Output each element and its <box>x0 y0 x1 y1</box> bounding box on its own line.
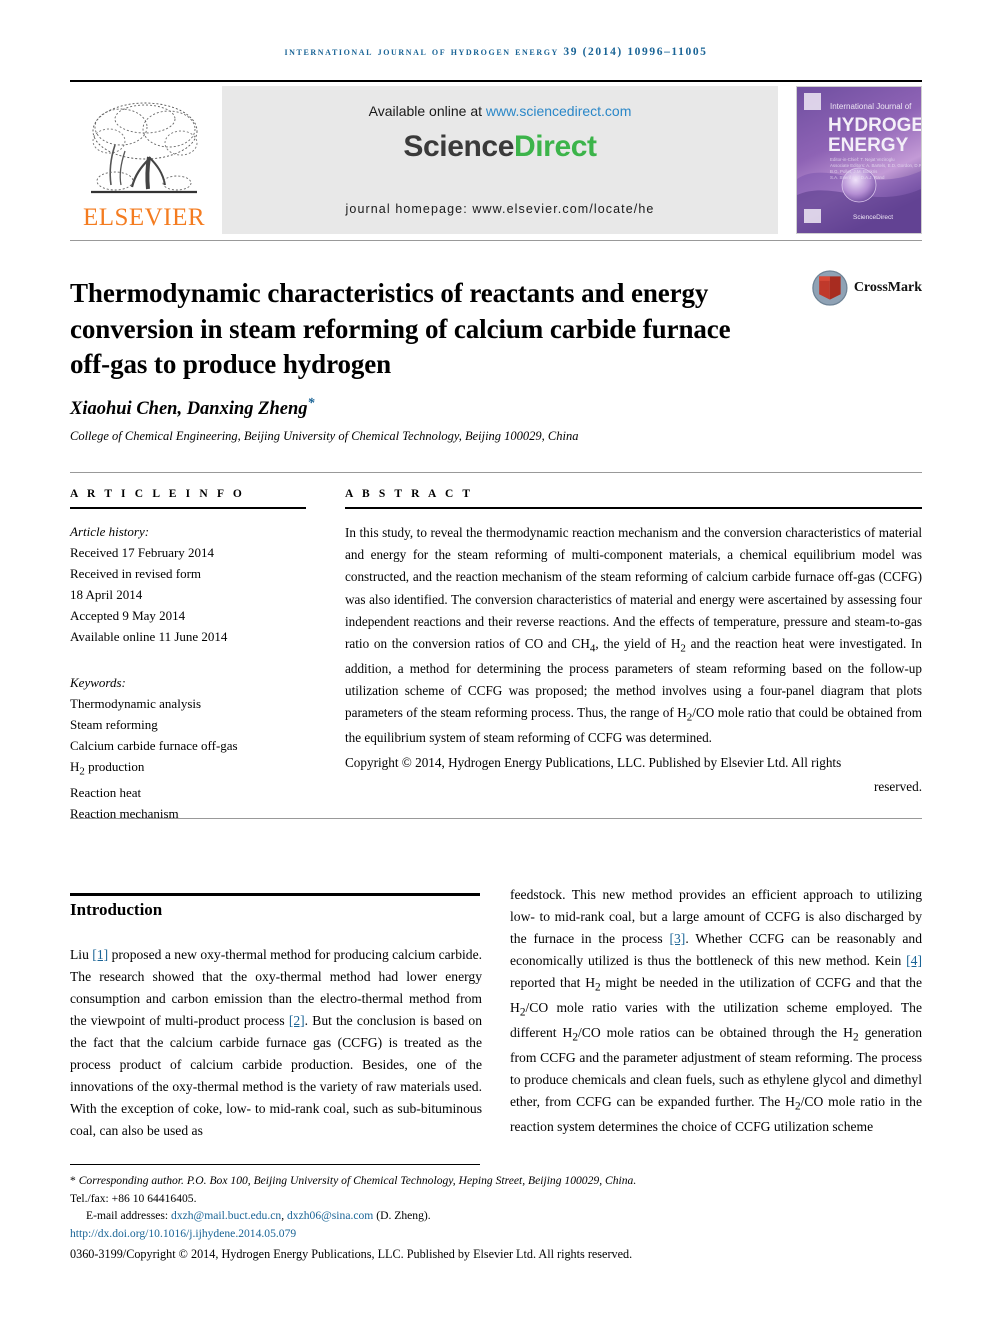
article-info-column: A R T I C L E I N F O Article history: R… <box>70 488 306 824</box>
section-heading-introduction: Introduction <box>70 900 163 919</box>
author-list: Xiaohui Chen, Danxing Zheng* <box>70 396 770 420</box>
abstract-copyright-tail: reserved. <box>874 778 922 794</box>
available-online-line: Available online at www.sciencedirect.co… <box>222 103 778 119</box>
masthead-rule <box>70 240 922 241</box>
keyword-item: H2 production <box>70 759 145 779</box>
sciencedirect-url-link[interactable]: www.sciencedirect.com <box>486 103 632 119</box>
body-text: Liu <box>70 947 93 962</box>
top-rule <box>70 80 922 82</box>
citation-link-2[interactable]: [2] <box>289 1013 305 1028</box>
svg-text:ENERGY: ENERGY <box>828 135 909 156</box>
citation-link-3[interactable]: [3] <box>669 931 685 946</box>
svg-text:HYDROGEN: HYDROGEN <box>828 115 921 136</box>
body-text: reported that H2 might be needed in the … <box>510 975 923 1135</box>
journal-cover-thumbnail[interactable]: International Journal of HYDROGEN ENERGY… <box>796 86 922 234</box>
abstract-bottom-rule <box>70 818 922 819</box>
email-attribution: (D. Zheng). <box>376 1209 431 1223</box>
running-head: International Journal of Hydrogen Energy… <box>284 46 708 58</box>
page-title: Thermodynamic characteristics of reactan… <box>70 278 731 380</box>
abstract-rule <box>345 507 922 509</box>
abstract-top-rule <box>70 472 922 473</box>
elsevier-logo: ELSEVIER <box>70 86 218 234</box>
article-page: International Journal of Hydrogen Energy… <box>0 0 992 1323</box>
elsevier-wordmark: ELSEVIER <box>82 204 206 231</box>
corresponding-author-marker[interactable]: * <box>308 396 315 411</box>
citation-link-4[interactable]: [4] <box>906 953 922 968</box>
article-history-item: 18 April 2014 <box>70 587 143 603</box>
article-history-item: Available online 11 June 2014 <box>70 629 228 645</box>
journal-cover-art: International Journal of HYDROGEN ENERGY… <box>797 87 921 233</box>
abstract-copyright: Copyright © 2014, Hydrogen Energy Public… <box>345 754 842 770</box>
abstract-heading: A B S T R A C T <box>345 488 474 500</box>
keyword-item: Reaction heat <box>70 784 142 800</box>
email-link-1[interactable]: dxzh@mail.buct.edu.cn <box>171 1209 281 1222</box>
keywords-block: Keywords: Thermodynamic analysis Steam r… <box>70 672 306 823</box>
abstract-column: A B S T R A C T In this study, to reveal… <box>345 488 922 798</box>
article-history-label: Article history: <box>70 524 150 539</box>
footer-rule <box>70 1164 480 1165</box>
body-column-left: Introduction Liu [1] proposed a new oxy-… <box>70 900 482 1142</box>
article-history-item: Received in revised form <box>70 566 202 582</box>
svg-text:Associate Editors: A. Bartels,: Associate Editors: A. Bartels, E.D. Gord… <box>830 163 921 168</box>
keywords-label: Keywords: <box>70 675 126 691</box>
keyword-item: Steam reforming <box>70 717 158 733</box>
keyword-item: Reaction mechanism <box>70 805 179 821</box>
svg-text:B.G. Pollet, J.M. Bockris: B.G. Pollet, J.M. Bockris <box>830 169 878 174</box>
telephone-fax-line: Tel./fax: +86 10 64416405. <box>70 1191 197 1205</box>
email-link-2[interactable]: dxzh06@sina.com <box>287 1209 373 1222</box>
footnote-star: * <box>70 1174 76 1187</box>
available-online-text: Available online at <box>368 103 486 119</box>
article-history-item: Received 17 February 2014 <box>70 545 215 561</box>
masthead: ELSEVIER Available online at www.science… <box>70 86 922 234</box>
sciencedirect-logo-part1: Science <box>403 130 514 163</box>
corresponding-author-note: * Corresponding author. P.O. Box 100, Be… <box>70 1172 922 1190</box>
keyword-item: Thermodynamic analysis <box>70 696 202 712</box>
author-names: Xiaohui Chen, Danxing Zheng <box>70 399 308 420</box>
introduction-rule <box>70 893 480 896</box>
journal-homepage-line[interactable]: journal homepage: www.elsevier.com/locat… <box>222 202 778 216</box>
doi-link[interactable]: http://dx.doi.org/10.1016/j.ijhydene.201… <box>70 1225 922 1243</box>
sciencedirect-banner: Available online at www.sciencedirect.co… <box>222 86 778 234</box>
svg-text:International Journal of: International Journal of <box>830 102 912 111</box>
issn-copyright-line: 0360-3199/Copyright © 2014, Hydrogen Ene… <box>70 1247 633 1262</box>
citation-link-1[interactable]: [1] <box>92 947 108 962</box>
email-line: E-mail addresses: dxzh@mail.buct.edu.cn,… <box>86 1209 431 1223</box>
email-label: E-mail addresses: <box>86 1209 169 1223</box>
footnote-block: * Corresponding author. P.O. Box 100, Be… <box>70 1172 922 1264</box>
crossmark-badge[interactable]: CrossMark <box>812 262 922 314</box>
body-column-right: feedstock. This new method provides an e… <box>510 884 922 1138</box>
affiliation: College of Chemical Engineering, Beijing… <box>70 429 579 443</box>
corresponding-author-text: Corresponding author. P.O. Box 100, Beij… <box>78 1174 637 1187</box>
article-history-item: Accepted 9 May 2014 <box>70 608 186 624</box>
article-info-rule <box>70 507 306 509</box>
elsevier-tree-icon <box>91 102 198 194</box>
body-text: . But the conclusion is based on the fac… <box>70 1013 483 1139</box>
abstract-text: In this study, to reveal the thermodynam… <box>345 525 922 746</box>
article-history-block: Article history: Received 17 February 20… <box>70 521 306 647</box>
keyword-item: Calcium carbide furnace off-gas <box>70 738 238 754</box>
sciencedirect-logo[interactable]: ScienceDirect <box>222 130 778 164</box>
body-paragraph: feedstock. This new method provides an e… <box>510 884 922 1138</box>
svg-text:ScienceDirect: ScienceDirect <box>853 214 893 221</box>
sciencedirect-logo-part2: Direct <box>513 130 597 163</box>
crossmark-icon <box>812 270 848 306</box>
body-paragraph: Liu [1] proposed a new oxy-thermal metho… <box>70 944 482 1142</box>
svg-text:Editor-in-Chief: T. Nejat Vezi: Editor-in-Chief: T. Nejat Veziroglu <box>830 157 895 162</box>
article-info-heading: A R T I C L E I N F O <box>70 488 245 500</box>
svg-text:S.A. Sherif and D.A.J. Rand: S.A. Sherif and D.A.J. Rand <box>830 175 885 180</box>
crossmark-label: CrossMark <box>853 280 922 295</box>
